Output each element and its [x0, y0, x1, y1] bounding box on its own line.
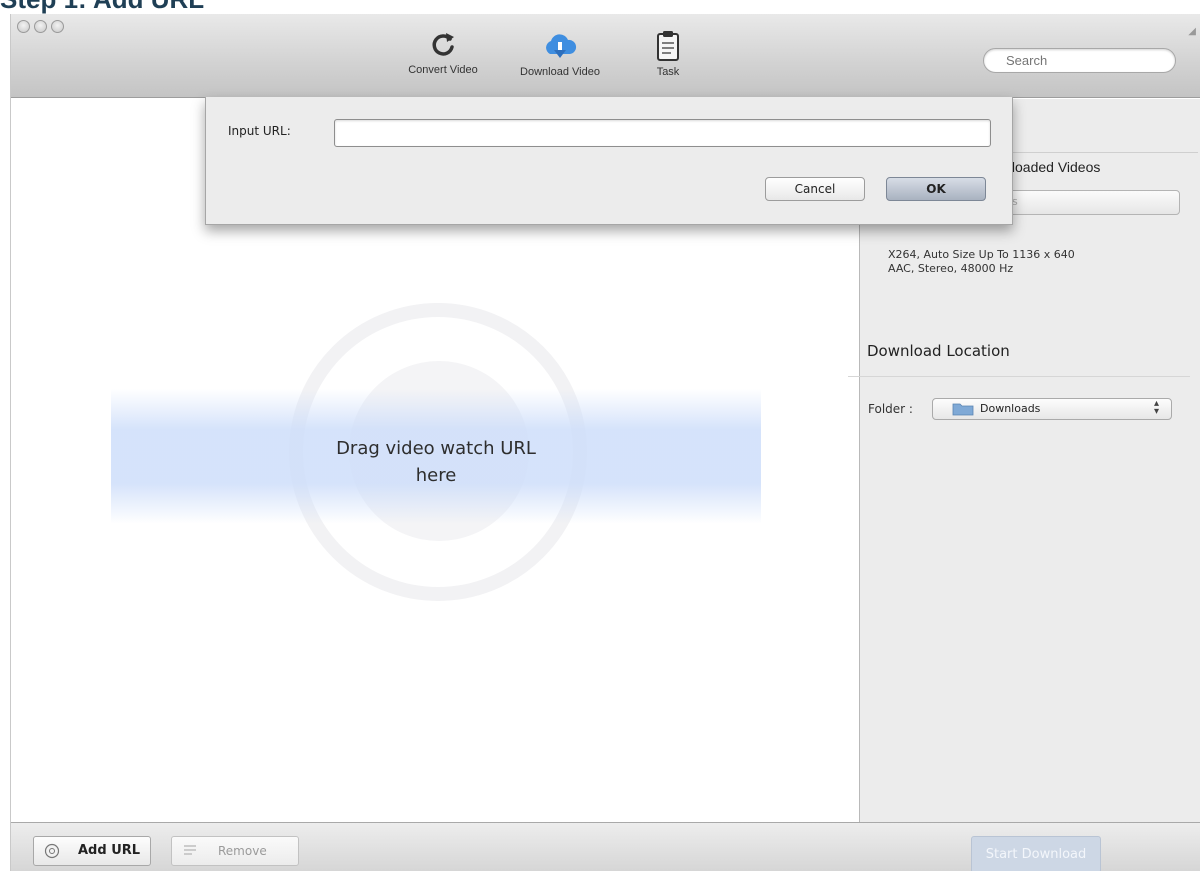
- folder-value: Downloads: [980, 402, 1041, 415]
- folder-icon: [952, 403, 974, 416]
- add-url-button[interactable]: Add URL: [33, 836, 151, 866]
- cancel-button[interactable]: Cancel: [765, 177, 865, 201]
- convert-video-label: Convert Video: [408, 64, 478, 76]
- start-download-button[interactable]: Start Download: [971, 836, 1101, 871]
- task-button[interactable]: Task: [643, 30, 693, 78]
- folder-stepper-icon: ▴ ▾: [1154, 398, 1160, 417]
- add-url-label: Add URL: [78, 843, 141, 858]
- preset-info: X264, Auto Size Up To 1136 x 640 AAC, St…: [888, 248, 1075, 276]
- drop-hint-line2: here: [415, 465, 457, 486]
- download-cloud-icon: [546, 34, 577, 58]
- page-heading: Step 1: Add URL: [0, 0, 204, 12]
- drop-hint-line1: Drag video watch URL: [336, 438, 536, 459]
- toolbar: Convert Video Download Video Task Search…: [11, 14, 1200, 98]
- location-divider: [848, 376, 1190, 377]
- remove-label: Remove: [218, 844, 267, 858]
- bottom-bar: Add URL Remove Start Download: [11, 822, 1200, 871]
- remove-button[interactable]: Remove: [171, 836, 299, 866]
- preset-info-audio: AAC, Stereo, 48000 Hz: [888, 262, 1014, 275]
- remove-list-icon: [184, 845, 196, 855]
- download-video-button[interactable]: Download Video: [505, 30, 615, 78]
- input-url-label: Input URL:: [228, 124, 291, 138]
- search-input[interactable]: [983, 48, 1176, 73]
- input-url-dialog: Input URL: Cancel OK: [205, 97, 1013, 225]
- task-label: Task: [656, 66, 680, 78]
- add-url-icon: [44, 843, 60, 859]
- drop-hint: Drag video watch URL here: [271, 435, 601, 489]
- download-location-heading: Download Location: [867, 342, 1010, 360]
- zoom-window-button[interactable]: [51, 20, 64, 33]
- convert-video-button[interactable]: Convert Video: [397, 30, 489, 76]
- convert-icon: [432, 33, 454, 56]
- download-video-label: Download Video: [520, 66, 600, 78]
- ok-button[interactable]: OK: [886, 177, 986, 201]
- task-clipboard-icon: [657, 31, 679, 61]
- close-window-button[interactable]: [17, 20, 30, 33]
- preset-info-video: X264, Auto Size Up To 1136 x 640: [888, 248, 1075, 261]
- minimize-window-button[interactable]: [34, 20, 47, 33]
- folder-label: Folder :: [868, 402, 913, 416]
- toolbar-toggle-icon[interactable]: ◢: [1188, 26, 1196, 37]
- url-input[interactable]: [334, 119, 991, 147]
- window-controls: [17, 20, 64, 33]
